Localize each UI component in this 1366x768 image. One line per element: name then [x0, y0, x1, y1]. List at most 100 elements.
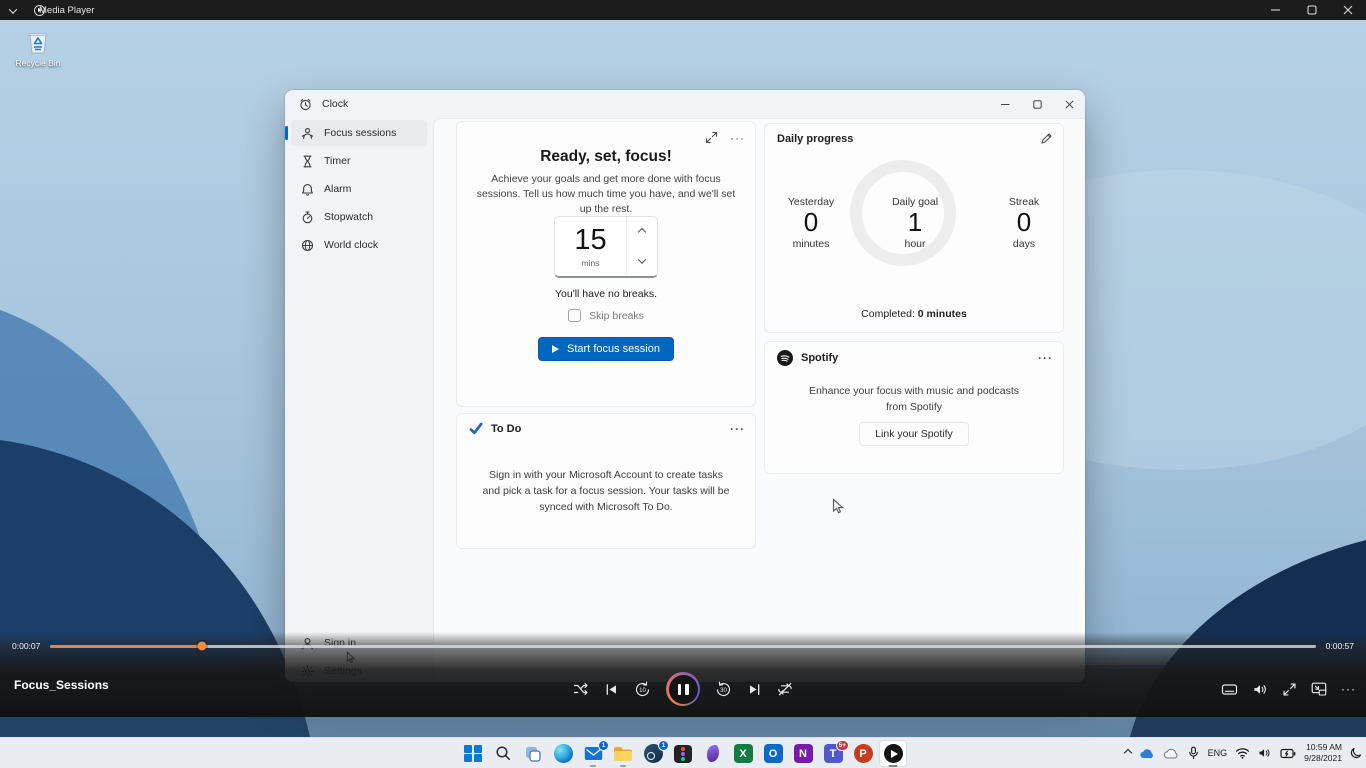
player-controls-overlay: 0:00:07 0:00:57 Focus_Sessions 10 30	[0, 632, 1366, 717]
media-player-titlebar: Media Player	[0, 0, 1366, 20]
battery-icon[interactable]	[1280, 748, 1296, 759]
onedrive-cloud-icon[interactable]	[1139, 747, 1155, 759]
skip-breaks-checkbox[interactable]	[568, 309, 581, 322]
tray-show-hidden-icons[interactable]	[1125, 748, 1131, 758]
todo-more-button[interactable]: ···	[730, 425, 745, 433]
sidebar-item-alarm[interactable]: Alarm	[291, 176, 427, 202]
taskbar-edge[interactable]	[549, 740, 577, 767]
video-frame[interactable]: Recycle Bin Clock Focus sessions Timer	[0, 20, 1366, 737]
spotify-card: Spotify ··· Enhance your focus with musi…	[764, 341, 1064, 474]
repeat-off-button[interactable]	[777, 681, 793, 697]
player-more-button[interactable]: ···	[1341, 682, 1356, 696]
weather-cloud-icon[interactable]	[1163, 747, 1179, 759]
todo-check-icon	[469, 422, 483, 435]
search-button[interactable]	[489, 740, 517, 767]
taskbar-excel[interactable]: X	[729, 740, 757, 767]
sidebar-item-stopwatch[interactable]: Stopwatch	[291, 204, 427, 230]
selected-accent-bar	[285, 126, 288, 140]
decrease-minutes-button[interactable]	[627, 247, 657, 277]
task-view-button[interactable]	[519, 740, 547, 767]
app-minimize-button[interactable]	[989, 90, 1021, 118]
taskbar: 1 1 X O N T 5+ P ENG	[0, 737, 1366, 768]
taskbar-steam[interactable]: 1	[639, 740, 667, 767]
clock-app-window: Clock Focus sessions Timer Alarm	[285, 90, 1085, 682]
sidebar-item-label: Stopwatch	[324, 211, 373, 223]
windows-logo-icon	[464, 745, 482, 763]
seek-bar[interactable]	[50, 645, 1315, 648]
app-close-button[interactable]	[1053, 90, 1085, 118]
skip-back-10-button[interactable]: 10	[634, 681, 651, 698]
focus-description: Achieve your goals and get more done wit…	[473, 172, 739, 218]
daily-progress-card: Daily progress Yesterday 0 minutes Daily…	[764, 123, 1064, 333]
chevron-down-icon[interactable]	[10, 1, 16, 19]
start-focus-session-button[interactable]: Start focus session	[538, 337, 674, 361]
seek-handle[interactable]	[198, 642, 207, 651]
figma-icon	[674, 745, 692, 763]
streak-stat: Streak 0 days	[987, 196, 1061, 250]
previous-track-button[interactable]	[604, 682, 619, 697]
play-icon	[552, 345, 559, 353]
clock-content-pane: ··· Ready, set, focus! Achieve your goal…	[433, 118, 1085, 682]
minutes-value[interactable]: 15	[574, 226, 606, 255]
mini-player-button[interactable]	[1311, 682, 1327, 696]
file-explorer-icon	[613, 746, 633, 762]
edit-goal-button[interactable]	[1040, 132, 1053, 145]
search-icon	[495, 745, 512, 762]
wifi-icon[interactable]	[1235, 747, 1250, 759]
spotify-title: Spotify	[801, 352, 838, 364]
language-indicator[interactable]: ENG	[1208, 748, 1228, 758]
spotify-more-button[interactable]: ···	[1038, 354, 1053, 362]
minimize-button[interactable]	[1258, 0, 1294, 20]
recycle-bin-icon	[6, 28, 70, 56]
shuffle-button[interactable]	[573, 681, 589, 697]
taskbar-onenote[interactable]: N	[789, 740, 817, 767]
link-spotify-button[interactable]: Link your Spotify	[859, 422, 969, 446]
focus-card-more-button[interactable]: ···	[730, 134, 745, 142]
remaining-time: 0:00:57	[1326, 641, 1354, 651]
yesterday-stat: Yesterday 0 minutes	[771, 196, 851, 250]
tray-date: 9/28/2021	[1304, 753, 1342, 764]
taskbar-mail[interactable]: 1	[579, 740, 607, 767]
next-track-button[interactable]	[747, 682, 762, 697]
taskbar-purple-app[interactable]	[699, 740, 727, 767]
skip-forward-30-button[interactable]: 30	[715, 681, 732, 698]
minutes-stepper: 15 mins	[554, 216, 658, 278]
taskbar-media-player[interactable]	[879, 740, 907, 767]
tray-clock[interactable]: 10:59 AM 9/28/2021	[1304, 742, 1342, 764]
cast-to-device-icon[interactable]	[1221, 682, 1238, 697]
teams-badge: 5+	[836, 740, 849, 751]
sidebar-item-world-clock[interactable]: World clock	[291, 232, 427, 258]
expand-focus-icon[interactable]	[705, 131, 718, 144]
sidebar-item-timer[interactable]: Timer	[291, 148, 427, 174]
taskbar-teams[interactable]: T 5+	[819, 740, 847, 767]
taskbar-file-explorer[interactable]	[609, 740, 637, 767]
sidebar-item-focus-sessions[interactable]: Focus sessions	[291, 120, 427, 146]
focus-session-card: ··· Ready, set, focus! Achieve your goal…	[456, 121, 756, 407]
taskbar-outlook[interactable]: O	[759, 740, 787, 767]
close-button[interactable]	[1330, 0, 1366, 20]
mail-badge: 1	[598, 740, 609, 751]
tray-time: 10:59 AM	[1304, 742, 1342, 753]
mouse-cursor	[832, 498, 844, 515]
window-title: Media Player	[39, 5, 94, 16]
todo-body-text: Sign in with your Microsoft Account to c…	[481, 468, 731, 515]
daily-progress-title: Daily progress	[777, 133, 853, 145]
fullscreen-button[interactable]	[1282, 682, 1297, 697]
volume-tray-icon[interactable]	[1258, 747, 1272, 759]
minutes-unit: mins	[582, 258, 600, 268]
start-button[interactable]	[459, 740, 487, 767]
restore-button[interactable]	[1294, 0, 1330, 20]
taskbar-powerpoint[interactable]: P	[849, 740, 877, 767]
app-maximize-button[interactable]	[1021, 90, 1053, 118]
increase-minutes-button[interactable]	[627, 217, 657, 247]
microphone-icon[interactable]	[1187, 746, 1200, 760]
recycle-bin-shortcut[interactable]: Recycle Bin	[6, 28, 70, 68]
taskbar-figma[interactable]	[669, 740, 697, 767]
pause-button[interactable]	[666, 672, 700, 706]
edge-icon	[554, 744, 573, 763]
sidebar-item-label: Timer	[324, 155, 350, 167]
volume-icon[interactable]	[1252, 682, 1268, 697]
elapsed-time: 0:00:07	[12, 641, 40, 651]
onenote-icon: N	[794, 744, 813, 763]
do-not-disturb-moon-icon[interactable]	[1350, 747, 1362, 759]
